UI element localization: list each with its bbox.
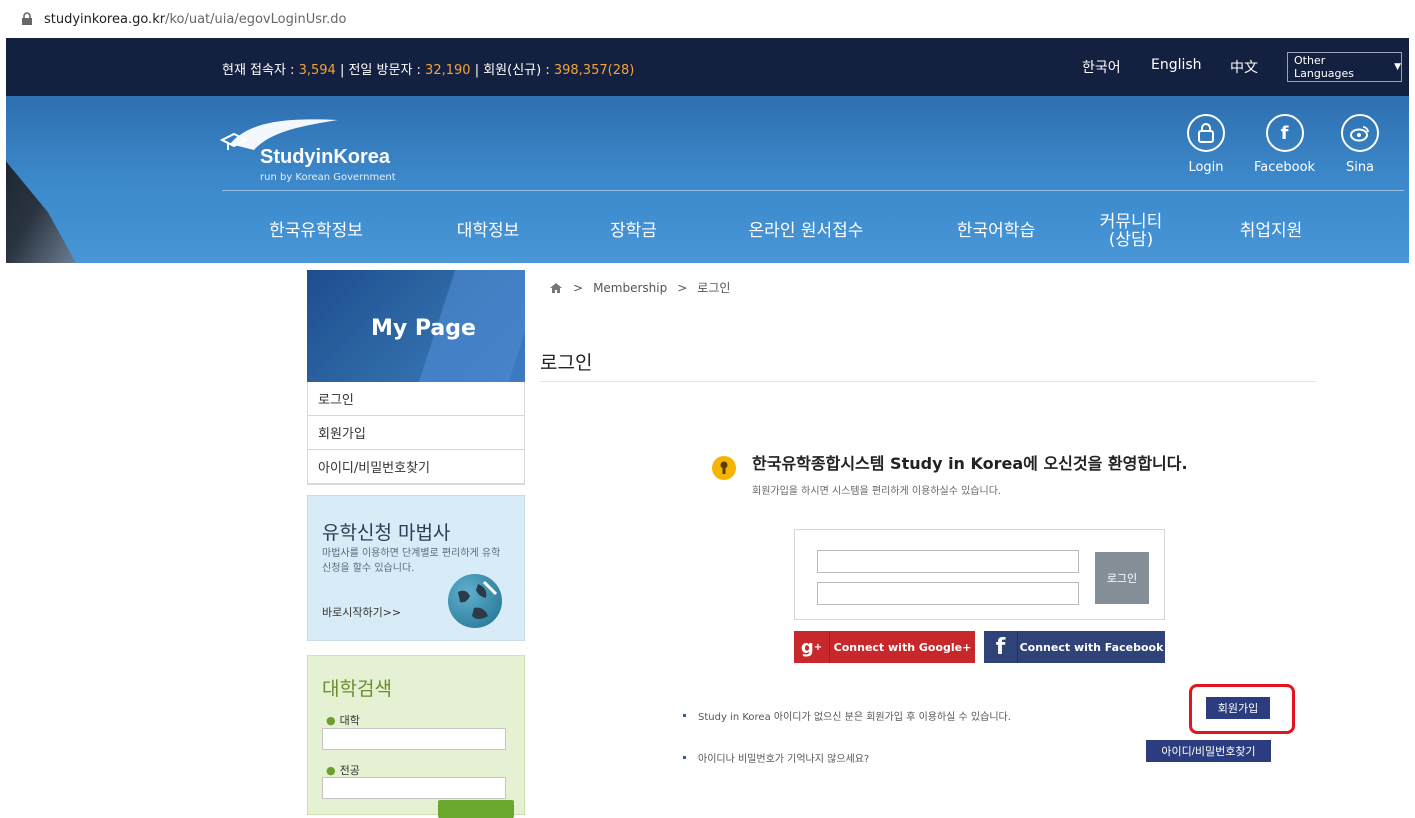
- lang-korean[interactable]: 한국어: [1082, 57, 1121, 77]
- find-note: 아이디나 비밀번호가 기억나지 않으세요?: [683, 750, 869, 765]
- breadcrumb-current: 로그인: [697, 281, 731, 295]
- nav-study-info[interactable]: 한국유학정보: [256, 206, 376, 256]
- breadcrumb: > Membership > 로그인: [549, 279, 730, 296]
- university-search-card: 대학검색 ● 대학 ● 전공: [307, 655, 525, 818]
- page-title: 로그인: [540, 352, 593, 374]
- application-wizard-card[interactable]: 유학신청 마법사 마법사를 이용하면 단계별로 편리하게 유학신청을 할수 있습…: [307, 495, 525, 641]
- major-label-text: 전공: [339, 764, 360, 777]
- other-languages-label: Other Languages: [1294, 54, 1355, 80]
- wizard-title: 유학신청 마법사: [322, 522, 451, 544]
- url-host: studyinkorea.go.kr: [44, 11, 166, 27]
- title-divider: [540, 381, 1316, 382]
- facebook-icon: f: [1265, 114, 1304, 152]
- major-input[interactable]: [322, 777, 506, 799]
- current-visitors-label: 현재 접속자 :: [222, 63, 299, 78]
- social-sina[interactable]: Sina: [1341, 114, 1379, 175]
- social-login-label: Login: [1188, 160, 1224, 175]
- lock-icon: [1187, 114, 1225, 152]
- nav-scholarship[interactable]: 장학금: [591, 206, 676, 256]
- uni-search-title: 대학검색: [322, 678, 392, 700]
- brand-tagline: run by Korean Government: [260, 172, 396, 183]
- login-form: 로그인: [794, 529, 1165, 620]
- main-nav: 한국유학정보 대학정보 장학금 온라인 원서접수 한국어학습 커뮤니티 (상담)…: [6, 206, 1409, 256]
- bullet-icon: ●: [326, 714, 336, 727]
- social-facebook-label: Facebook: [1254, 160, 1316, 175]
- weibo-icon: [1341, 114, 1379, 152]
- stats-separator: |: [474, 63, 480, 78]
- wizard-description: 마법사를 이용하면 단계별로 편리하게 유학신청을 할수 있습니다.: [322, 548, 501, 574]
- sidebar-item-find-account[interactable]: 아이디/비밀번호찾기: [308, 450, 524, 484]
- nav-community[interactable]: 커뮤니티 (상담): [1086, 206, 1176, 256]
- sidebar-item-login[interactable]: 로그인: [308, 382, 524, 416]
- bullet-icon: ●: [326, 764, 336, 777]
- find-note-text: 아이디나 비밀번호가 기억나지 않으세요?: [698, 754, 870, 765]
- facebook-login-button[interactable]: f Connect with Facebook: [984, 631, 1165, 663]
- find-account-button[interactable]: 아이디/비밀번호찾기: [1146, 740, 1271, 762]
- members-value: 398,357(28): [553, 63, 635, 78]
- wizard-start-link[interactable]: 바로시작하기>>: [322, 604, 401, 620]
- join-note-text: Study in Korea 아이디가 없으신 분은 회원가입 후 이용하실 수…: [698, 712, 1011, 723]
- university-input[interactable]: [322, 728, 506, 750]
- social-login[interactable]: Login: [1187, 114, 1225, 175]
- bullet-icon: [683, 756, 686, 759]
- other-languages-select[interactable]: Other Languages ▼: [1287, 52, 1402, 82]
- yesterday-visitors-value: 32,190: [425, 63, 471, 78]
- mypage-title: My Page: [371, 316, 476, 341]
- facebook-icon: f: [984, 631, 1018, 663]
- url-path: /ko/uat/uia/egovLoginUsr.do: [165, 11, 347, 27]
- nav-online-application[interactable]: 온라인 원서접수: [731, 206, 881, 256]
- search-button[interactable]: [438, 800, 514, 818]
- globe-icon: [448, 574, 502, 628]
- address-bar[interactable]: studyinkorea.go.kr /ko/uat/uia/egovLogin…: [0, 0, 1415, 38]
- google-login-button[interactable]: g + Connect with Google+: [794, 631, 975, 663]
- social-sina-label: Sina: [1345, 160, 1375, 175]
- sidebar-item-register[interactable]: 회원가입: [308, 416, 524, 450]
- lock-icon: [22, 12, 32, 25]
- university-label: ● 대학: [326, 712, 360, 728]
- sidebar-menu: 로그인 회원가입 아이디/비밀번호찾기: [307, 382, 525, 485]
- password-field[interactable]: [817, 582, 1079, 605]
- login-button[interactable]: 로그인: [1095, 552, 1149, 604]
- visitor-stats: 현재 접속자 : 3,594 | 전일 방문자 : 32,190 | 회원(신규…: [222, 59, 634, 78]
- welcome-heading: 한국유학종합시스템 Study in Korea에 오신것을 환영합니다.: [752, 454, 1188, 473]
- header-banner: StudyinKorea run by Korean Government Lo…: [6, 96, 1409, 263]
- members-label: 회원(신규) :: [483, 63, 554, 78]
- social-facebook[interactable]: f Facebook: [1254, 114, 1315, 175]
- nav-university-info[interactable]: 대학정보: [438, 206, 538, 256]
- university-label-text: 대학: [339, 714, 360, 727]
- lang-english[interactable]: English: [1151, 57, 1202, 73]
- top-bar: 현재 접속자 : 3,594 | 전일 방문자 : 32,190 | 회원(신규…: [6, 38, 1409, 96]
- home-icon[interactable]: [549, 282, 563, 294]
- site-logo[interactable]: StudyinKorea run by Korean Government: [219, 110, 396, 183]
- sidebar: My Page 로그인 회원가입 아이디/비밀번호찾기 유학신청 마법사 마법사…: [307, 270, 525, 818]
- chevron-down-icon: ▼: [1394, 62, 1401, 72]
- bullet-icon: [683, 714, 686, 717]
- breadcrumb-separator: >: [573, 280, 584, 295]
- banner-divider: [222, 190, 1404, 191]
- join-note: Study in Korea 아이디가 없으신 분은 회원가입 후 이용하실 수…: [683, 708, 1011, 723]
- mypage-header: My Page: [307, 270, 525, 382]
- stats-separator: |: [339, 63, 345, 78]
- facebook-login-label: Connect with Facebook: [1019, 640, 1164, 654]
- register-highlight-box: [1189, 684, 1295, 734]
- breadcrumb-separator: >: [677, 280, 688, 295]
- lang-chinese[interactable]: 中文: [1230, 57, 1258, 77]
- user-id-field[interactable]: [817, 550, 1079, 573]
- current-visitors-value: 3,594: [298, 63, 336, 78]
- nav-employment[interactable]: 취업지원: [1221, 206, 1321, 256]
- google-login-label: Connect with Google+: [833, 640, 972, 654]
- breadcrumb-membership[interactable]: Membership: [593, 281, 667, 295]
- google-plus-icon: g +: [794, 631, 830, 663]
- brand-name: StudyinKorea: [260, 146, 391, 168]
- key-icon: [712, 456, 736, 480]
- welcome-subtext: 회원가입을 하시면 시스템을 편리하게 이용하실수 있습니다.: [752, 486, 1002, 497]
- yesterday-visitors-label: 전일 방문자 :: [348, 63, 426, 78]
- major-label: ● 전공: [326, 762, 360, 778]
- nav-korean-learning[interactable]: 한국어학습: [931, 206, 1061, 256]
